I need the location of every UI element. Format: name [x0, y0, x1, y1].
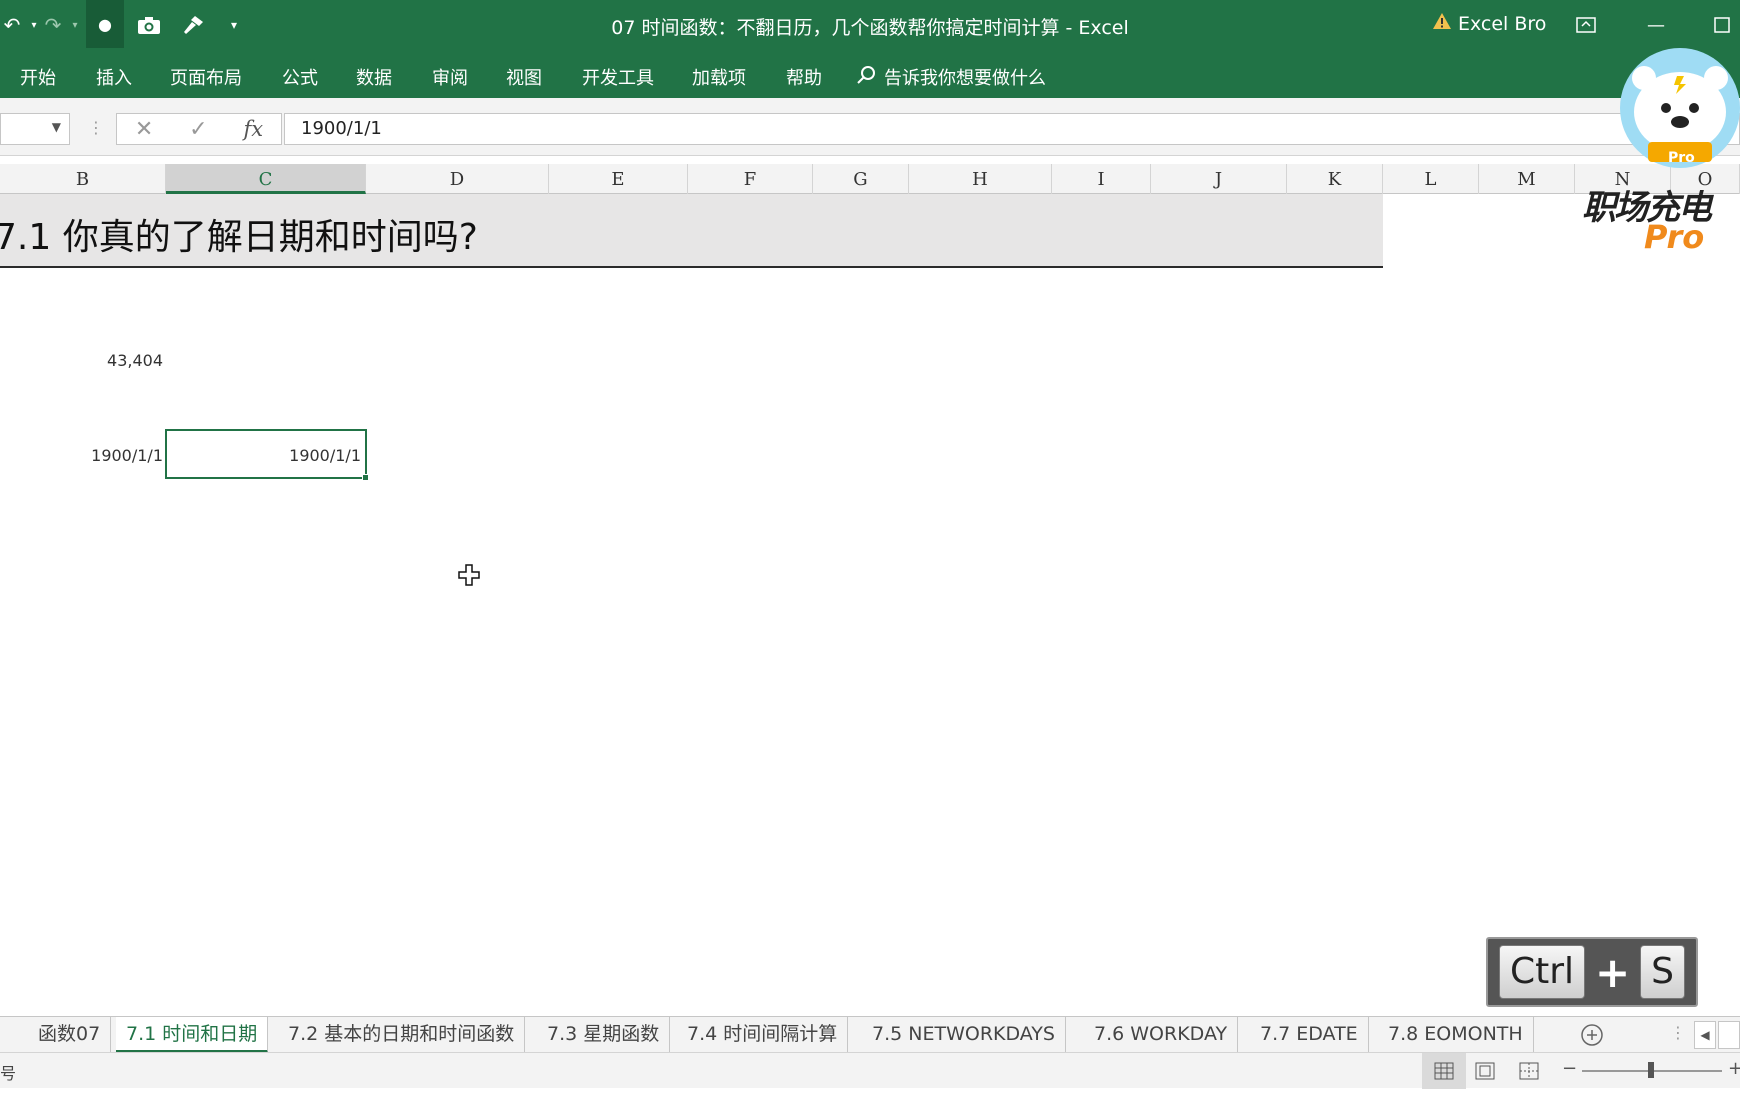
column-header-j[interactable]: J: [1151, 164, 1287, 194]
column-header-c[interactable]: C: [166, 164, 366, 194]
title-bar: ↶ ▾ ↷ ▾ ● ▾ 07 时间函数：不翻日历，几个函数帮你搞定时间计算 - …: [0, 0, 1740, 50]
formula-input[interactable]: 1900/1/1: [284, 113, 1740, 145]
zoom-out-icon[interactable]: −: [1562, 1058, 1577, 1079]
scroll-left-icon[interactable]: ◀: [1694, 1021, 1716, 1049]
column-header-d[interactable]: D: [366, 164, 549, 194]
s-key: S: [1640, 945, 1685, 999]
tab-developer[interactable]: 开发工具: [582, 64, 654, 90]
minimize-icon[interactable]: —: [1638, 10, 1674, 40]
sheet-tab-8[interactable]: 7.8 EOMONTH: [1378, 1017, 1534, 1053]
account-warning[interactable]: Excel Bro: [1432, 12, 1546, 35]
status-text: 号: [0, 1064, 17, 1083]
formula-bar: ▼ ⋮ ✕ ✓ fx 1900/1/1: [0, 98, 1740, 156]
more-icon: ⋮: [88, 118, 104, 137]
normal-view-icon[interactable]: [1422, 1053, 1466, 1089]
tab-help[interactable]: 帮助: [786, 64, 822, 90]
maximize-icon[interactable]: [1704, 10, 1740, 40]
cancel-icon[interactable]: ✕: [135, 117, 153, 142]
column-header-l[interactable]: L: [1383, 164, 1479, 194]
sheet-tab-0[interactable]: 函数07: [28, 1017, 112, 1053]
enter-icon[interactable]: ✓: [189, 117, 207, 142]
status-bar: 号 − +: [0, 1052, 1740, 1089]
warning-icon: [1432, 12, 1452, 35]
tab-insert[interactable]: 插入: [96, 64, 132, 90]
insert-function-icon[interactable]: fx: [243, 117, 263, 141]
page-break-view-icon[interactable]: [1518, 1062, 1540, 1084]
sheet-heading-band: 7.1 你真的了解日期和时间吗?: [0, 194, 1383, 268]
column-headers: B C D E F G H I J K L M N O: [0, 164, 1740, 194]
column-header-f[interactable]: F: [688, 164, 813, 194]
column-header-e[interactable]: E: [549, 164, 688, 194]
sheet-heading[interactable]: 7.1 你真的了解日期和时间吗?: [0, 208, 478, 260]
tab-addins[interactable]: 加载项: [692, 64, 746, 90]
sheet-tab-5[interactable]: 7.5 NETWORKDAYS: [862, 1017, 1066, 1053]
column-header-i[interactable]: I: [1052, 164, 1151, 194]
ribbon-display-icon[interactable]: [1568, 10, 1604, 40]
column-header-m[interactable]: M: [1479, 164, 1575, 194]
sheet-tab-6[interactable]: 7.6 WORKDAY: [1084, 1017, 1239, 1053]
tab-page-layout[interactable]: 页面布局: [170, 64, 242, 90]
brand-logo: Pro 职场充电 Pro: [1580, 46, 1740, 256]
selected-cell-c[interactable]: 1900/1/1: [165, 429, 369, 481]
search-icon: [856, 65, 876, 90]
keystroke-overlay: Ctrl + S: [1486, 937, 1698, 1007]
ribbon-tabs: 开始 插入 页面布局 公式 数据 审阅 视图 开发工具 加载项 帮助 告诉我你想…: [0, 50, 1740, 98]
tab-formulas[interactable]: 公式: [282, 64, 318, 90]
cell-b-number[interactable]: 43,404: [60, 351, 163, 370]
tab-view[interactable]: 视图: [506, 64, 542, 90]
zoom-slider-thumb[interactable]: [1648, 1062, 1654, 1078]
brand-pro: Pro: [1644, 218, 1705, 256]
column-header-b[interactable]: B: [0, 164, 166, 194]
zoom-in-icon[interactable]: +: [1728, 1058, 1740, 1079]
sheet-tab-2[interactable]: 7.2 基本的日期和时间函数: [278, 1017, 526, 1053]
page-layout-view-icon[interactable]: [1474, 1062, 1496, 1084]
name-box[interactable]: ▼: [0, 113, 70, 145]
column-header-h[interactable]: H: [909, 164, 1052, 194]
cell-c-date: 1900/1/1: [289, 446, 361, 465]
sheet-tab-3[interactable]: 7.3 星期函数: [537, 1017, 671, 1053]
sheet-tabs: 函数07 7.1 时间和日期 7.2 基本的日期和时间函数 7.3 星期函数 7…: [0, 1016, 1740, 1053]
tell-me-search[interactable]: 告诉我你想要做什么: [856, 64, 1046, 90]
tell-me-label: 告诉我你想要做什么: [884, 68, 1046, 89]
tab-review[interactable]: 审阅: [432, 64, 468, 90]
plus-sign: +: [1594, 947, 1631, 997]
horizontal-scrollbar[interactable]: [1718, 1021, 1740, 1049]
tab-home[interactable]: 开始: [20, 64, 56, 90]
logo-badge: Pro: [1668, 150, 1695, 166]
add-sheet-icon[interactable]: [1580, 1023, 1604, 1051]
fill-handle[interactable]: [362, 474, 369, 481]
cursor-icon: [458, 564, 480, 590]
ctrl-key: Ctrl: [1498, 945, 1586, 999]
formula-buttons: ✕ ✓ fx: [116, 113, 282, 145]
tab-data[interactable]: 数据: [356, 64, 392, 90]
cell-b-date[interactable]: 1900/1/1: [60, 446, 163, 465]
more-tabs-icon[interactable]: ⋮: [1670, 1023, 1686, 1042]
account-name: Excel Bro: [1458, 12, 1547, 35]
column-header-g[interactable]: G: [813, 164, 909, 194]
sheet-tab-4[interactable]: 7.4 时间间隔计算: [677, 1017, 849, 1053]
sheet-tab-1[interactable]: 7.1 时间和日期: [116, 1017, 269, 1053]
column-header-k[interactable]: K: [1287, 164, 1383, 194]
sheet-tab-7[interactable]: 7.7 EDATE: [1250, 1017, 1369, 1053]
chevron-down-icon[interactable]: ▼: [52, 120, 61, 134]
bear-mascot-icon: [1620, 48, 1740, 168]
